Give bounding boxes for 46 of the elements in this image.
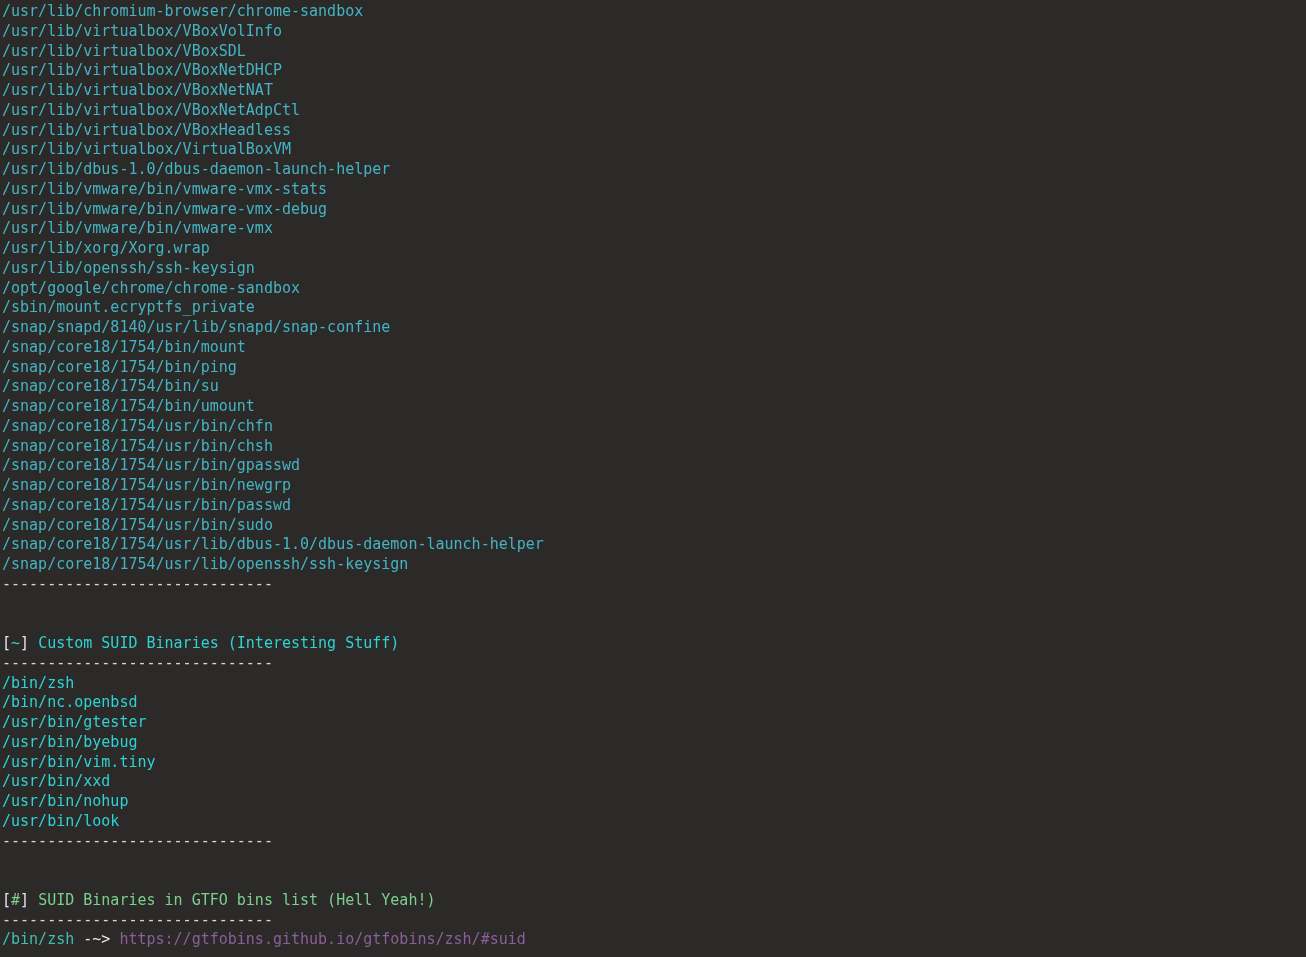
file-path: /usr/bin/byebug — [2, 732, 138, 751]
file-path: /usr/lib/vmware/bin/vmware-vmx-stats — [2, 179, 328, 198]
file-path: /usr/lib/virtualbox/VirtualBoxVM — [2, 140, 291, 159]
file-path: /sbin/mount.ecryptfs_private — [2, 298, 255, 317]
file-path: /usr/lib/openssh/ssh-keysign — [2, 258, 255, 277]
file-path: /snap/core18/1754/usr/bin/gpasswd — [2, 456, 300, 475]
file-path: /opt/google/chrome/chrome-sandbox — [2, 278, 300, 297]
file-path: /usr/bin/xxd — [2, 772, 111, 791]
dashed-separator: ------------------------------ — [2, 574, 273, 593]
dashed-separator: ------------------------------ — [2, 910, 273, 929]
file-path: /usr/bin/nohup — [2, 792, 129, 810]
file-path: /usr/bin/look — [2, 811, 120, 830]
file-path: /usr/bin/vim.tiny — [2, 752, 156, 771]
file-path: /usr/lib/virtualbox/VBoxSDL — [2, 41, 246, 60]
file-path: /usr/lib/virtualbox/VBoxNetAdpCtl — [2, 100, 300, 119]
file-path: /snap/core18/1754/usr/lib/dbus-1.0/dbus-daemon-launch-helper — [2, 535, 544, 554]
file-path: /usr/lib/xorg/Xorg.wrap — [2, 239, 210, 257]
file-path: /snap/core18/1754/usr/bin/sudo — [2, 515, 273, 534]
file-path: /snap/core18/1754/usr/bin/passwd — [2, 495, 291, 514]
file-path: /usr/lib/vmware/bin/vmware-vmx — [2, 219, 273, 238]
file-path: /snap/core18/1754/usr/bin/chsh — [2, 436, 273, 455]
file-path: /usr/bin/gtester — [2, 713, 147, 731]
file-path: /snap/core18/1754/usr/bin/newgrp — [2, 476, 291, 494]
file-path: /snap/core18/1754/bin/mount — [2, 337, 246, 356]
dashed-separator: ------------------------------ — [2, 653, 273, 672]
dashed-separator: ------------------------------ — [2, 831, 273, 850]
file-path: /usr/lib/virtualbox/VBoxNetDHCP — [2, 61, 282, 80]
file-path: /snap/core18/1754/bin/su — [2, 377, 219, 396]
file-path: /usr/lib/virtualbox/VBoxHeadless — [2, 120, 291, 139]
file-path: /snap/core18/1754/usr/lib/openssh/ssh-keysign — [2, 555, 409, 573]
file-path: /usr/lib/virtualbox/VBoxVolInfo — [2, 21, 282, 40]
file-path: /bin/nc.openbsd — [2, 693, 138, 712]
file-path: /snap/core18/1754/bin/ping — [2, 357, 237, 376]
section-heading: [~] Custom SUID Binaries (Interesting Stuff) — [2, 634, 400, 652]
file-path: /snap/snapd/8140/usr/lib/snapd/snap-confine — [2, 318, 391, 336]
file-path: /usr/lib/virtualbox/VBoxNetNAT — [2, 81, 273, 99]
file-path: /usr/lib/vmware/bin/vmware-vmx-debug — [2, 199, 328, 218]
file-path: /snap/core18/1754/usr/bin/chfn — [2, 416, 273, 435]
file-path: /usr/lib/dbus-1.0/dbus-daemon-launch-helper — [2, 160, 391, 178]
arrow-text: -~> — [83, 930, 111, 949]
file-path: /bin/zsh — [2, 930, 75, 949]
file-path: /usr/lib/chromium-browser/chrome-sandbox — [2, 2, 364, 20]
section-heading: [#] SUID Binaries in GTFO bins list (Hell Yeah!) — [2, 890, 436, 909]
gtfobins-link[interactable]: https://gtfobins.github.io/gtfobins/zsh/#suid — [119, 930, 526, 949]
file-path: /bin/zsh — [2, 673, 75, 692]
file-path: /snap/core18/1754/bin/umount — [2, 397, 255, 415]
